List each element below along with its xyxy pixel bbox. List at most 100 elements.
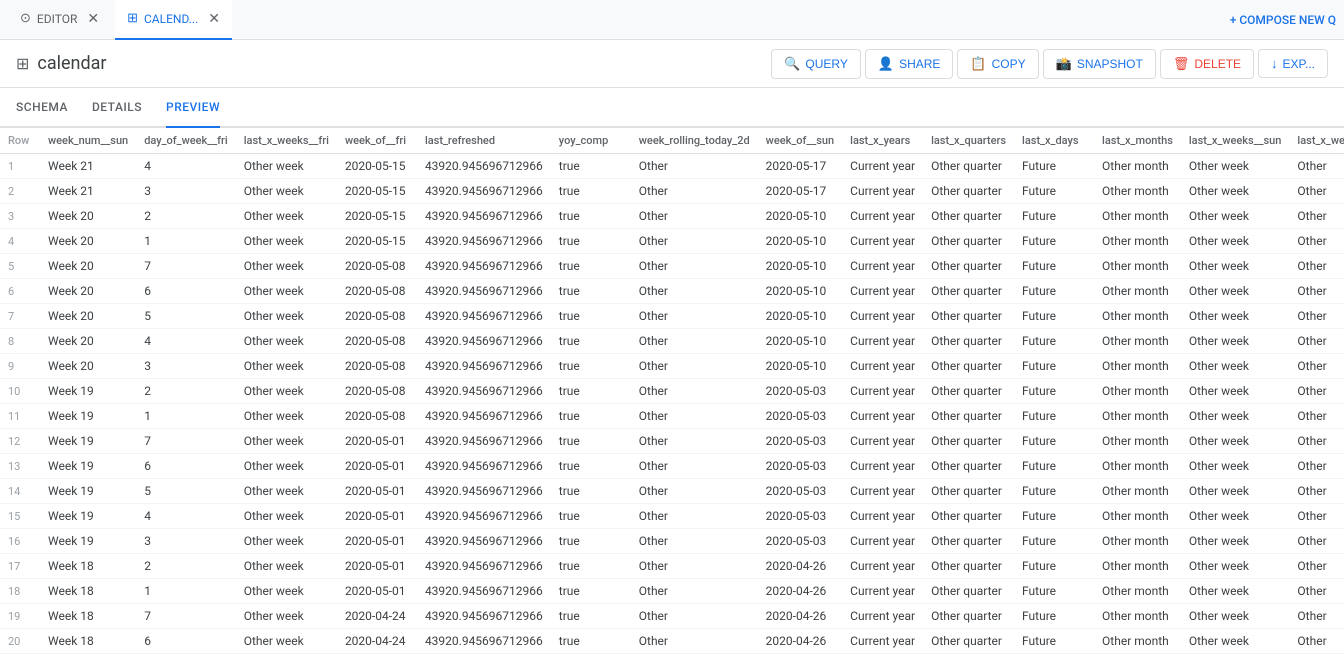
data-table: Row week_num__sun day_of_week__fri last_… bbox=[0, 128, 1344, 654]
cell-11-1: Week 19 bbox=[40, 429, 136, 454]
cell-5-8: 2020-05-10 bbox=[758, 279, 843, 304]
cell-16-2: 2 bbox=[136, 554, 236, 579]
cell-16-1: Week 18 bbox=[40, 554, 136, 579]
tab-preview[interactable]: PREVIEW bbox=[166, 88, 220, 128]
cell-3-0: 4 bbox=[0, 229, 40, 254]
export-icon: ↓ bbox=[1271, 56, 1278, 71]
cell-19-6: true bbox=[551, 629, 631, 654]
table-row: 10Week 192Other week2020-05-0843920.9456… bbox=[0, 379, 1344, 404]
cell-18-12: Other month bbox=[1094, 604, 1181, 629]
cell-8-1: Week 20 bbox=[40, 354, 136, 379]
tab-details[interactable]: DETAILS bbox=[92, 88, 142, 128]
cell-19-2: 6 bbox=[136, 629, 236, 654]
share-button[interactable]: 👤 SHARE bbox=[865, 49, 954, 79]
cell-10-3: Other week bbox=[236, 404, 337, 429]
cell-11-5: 43920.945696712966 bbox=[417, 429, 551, 454]
cell-11-6: true bbox=[551, 429, 631, 454]
table-row: 7Week 205Other week2020-05-0843920.94569… bbox=[0, 304, 1344, 329]
cell-14-6: true bbox=[551, 504, 631, 529]
cell-16-12: Other month bbox=[1094, 554, 1181, 579]
cell-8-12: Other month bbox=[1094, 354, 1181, 379]
cell-16-5: 43920.945696712966 bbox=[417, 554, 551, 579]
cell-6-7: Other bbox=[631, 304, 758, 329]
cell-9-3: Other week bbox=[236, 379, 337, 404]
cell-17-12: Other month bbox=[1094, 579, 1181, 604]
cell-6-14: Other bbox=[1289, 304, 1344, 329]
cell-16-13: Other week bbox=[1181, 554, 1290, 579]
tab-details-label: DETAILS bbox=[92, 100, 142, 114]
cell-14-4: 2020-05-01 bbox=[337, 504, 417, 529]
export-button[interactable]: ↓ EXP... bbox=[1258, 49, 1328, 78]
tab-preview-label: PREVIEW bbox=[166, 100, 220, 114]
cell-8-7: Other bbox=[631, 354, 758, 379]
cell-10-0: 11 bbox=[0, 404, 40, 429]
cell-14-13: Other week bbox=[1181, 504, 1290, 529]
cell-3-10: Other quarter bbox=[923, 229, 1014, 254]
cell-9-14: Other bbox=[1289, 379, 1344, 404]
cell-1-5: 43920.945696712966 bbox=[417, 179, 551, 204]
tab-calendar[interactable]: ⊞ CALEND... ✕ bbox=[115, 0, 232, 40]
table-row: 20Week 186Other week2020-04-2443920.9456… bbox=[0, 629, 1344, 654]
cell-9-13: Other week bbox=[1181, 379, 1290, 404]
cell-4-11: Future bbox=[1014, 254, 1094, 279]
col-row: Row bbox=[0, 128, 40, 154]
data-table-container[interactable]: Row week_num__sun day_of_week__fri last_… bbox=[0, 128, 1344, 670]
cell-18-0: 19 bbox=[0, 604, 40, 629]
cell-10-8: 2020-05-03 bbox=[758, 404, 843, 429]
cell-3-2: 1 bbox=[136, 229, 236, 254]
cell-18-1: Week 18 bbox=[40, 604, 136, 629]
snapshot-button[interactable]: 📸 SNAPSHOT bbox=[1043, 49, 1156, 79]
cell-18-6: true bbox=[551, 604, 631, 629]
delete-button[interactable]: 🗑 DELETE bbox=[1160, 49, 1254, 79]
cell-2-12: Other month bbox=[1094, 204, 1181, 229]
cell-1-0: 2 bbox=[0, 179, 40, 204]
cell-2-0: 3 bbox=[0, 204, 40, 229]
cell-5-5: 43920.945696712966 bbox=[417, 279, 551, 304]
page-title-text: calendar bbox=[37, 53, 106, 74]
cell-8-13: Other week bbox=[1181, 354, 1290, 379]
cell-15-3: Other week bbox=[236, 529, 337, 554]
cell-2-10: Other quarter bbox=[923, 204, 1014, 229]
query-button[interactable]: 🔍 QUERY bbox=[771, 49, 861, 79]
cell-3-3: Other week bbox=[236, 229, 337, 254]
cell-18-4: 2020-04-24 bbox=[337, 604, 417, 629]
cell-14-5: 43920.945696712966 bbox=[417, 504, 551, 529]
cell-12-0: 13 bbox=[0, 454, 40, 479]
cell-16-10: Other quarter bbox=[923, 554, 1014, 579]
cell-5-1: Week 20 bbox=[40, 279, 136, 304]
cell-13-2: 5 bbox=[136, 479, 236, 504]
cell-2-5: 43920.945696712966 bbox=[417, 204, 551, 229]
cell-2-13: Other week bbox=[1181, 204, 1290, 229]
tab-calendar-close[interactable]: ✕ bbox=[208, 12, 220, 26]
cell-1-4: 2020-05-15 bbox=[337, 179, 417, 204]
cell-13-3: Other week bbox=[236, 479, 337, 504]
tab-editor-label: EDITOR bbox=[37, 12, 77, 26]
tab-editor-close[interactable]: ✕ bbox=[87, 12, 99, 26]
copy-button[interactable]: 📋 COPY bbox=[957, 49, 1038, 79]
cell-10-7: Other bbox=[631, 404, 758, 429]
compose-new-button[interactable]: + COMPOSE NEW Q bbox=[1230, 13, 1336, 27]
cell-16-8: 2020-04-26 bbox=[758, 554, 843, 579]
cell-14-12: Other month bbox=[1094, 504, 1181, 529]
cell-1-11: Future bbox=[1014, 179, 1094, 204]
tab-schema[interactable]: SCHEMA bbox=[16, 88, 68, 128]
cell-15-14: Other bbox=[1289, 529, 1344, 554]
calendar-tab-icon: ⊞ bbox=[127, 11, 138, 26]
cell-8-5: 43920.945696712966 bbox=[417, 354, 551, 379]
cell-7-8: 2020-05-10 bbox=[758, 329, 843, 354]
cell-6-4: 2020-05-08 bbox=[337, 304, 417, 329]
cell-0-14: Other bbox=[1289, 154, 1344, 179]
cell-5-10: Other quarter bbox=[923, 279, 1014, 304]
cell-4-5: 43920.945696712966 bbox=[417, 254, 551, 279]
cell-9-11: Future bbox=[1014, 379, 1094, 404]
editor-icon: ⊙ bbox=[20, 11, 31, 26]
cell-8-11: Future bbox=[1014, 354, 1094, 379]
col-last-x-months: last_x_months bbox=[1094, 128, 1181, 154]
col-week-of-fri: week_of__fri bbox=[337, 128, 417, 154]
cell-7-11: Future bbox=[1014, 329, 1094, 354]
cell-18-7: Other bbox=[631, 604, 758, 629]
cell-7-5: 43920.945696712966 bbox=[417, 329, 551, 354]
tab-editor[interactable]: ⊙ EDITOR ✕ bbox=[8, 0, 111, 40]
cell-15-11: Future bbox=[1014, 529, 1094, 554]
cell-10-14: Other bbox=[1289, 404, 1344, 429]
